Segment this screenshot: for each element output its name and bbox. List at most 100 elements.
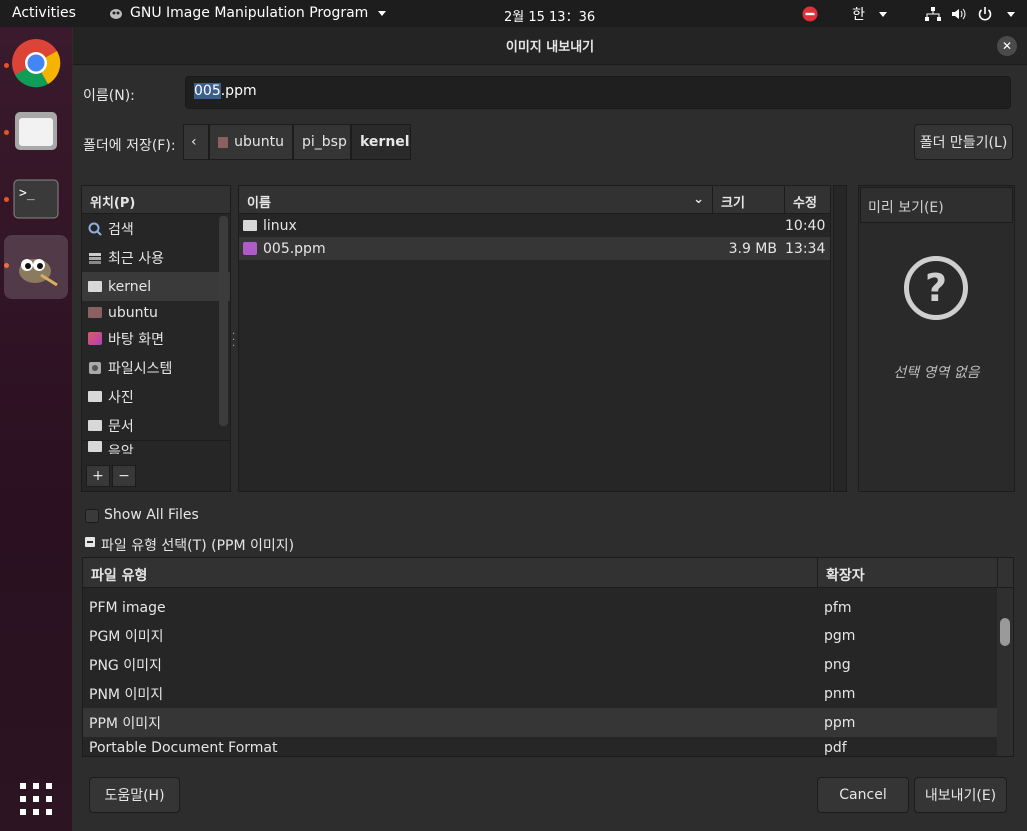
system-tray[interactable]: 한 — [802, 4, 1015, 24]
network-icon — [925, 7, 941, 21]
power-icon — [978, 7, 992, 21]
place-ubuntu[interactable]: ubuntu — [82, 301, 230, 324]
breadcrumb-label: ubuntu — [234, 134, 284, 150]
place-documents[interactable]: 문서 — [82, 411, 230, 440]
column-size[interactable]: 크기 — [713, 186, 785, 213]
folder-icon — [88, 391, 102, 402]
file-type-ext: png — [824, 656, 851, 673]
folder-icon — [243, 220, 257, 231]
chevron-down-icon — [879, 11, 887, 17]
file-type-ext: pgm — [824, 627, 856, 644]
add-place-button[interactable]: + — [86, 465, 110, 487]
chevron-down-icon — [378, 10, 387, 16]
no-selection-text: 선택 영역 없음 — [893, 365, 980, 381]
breadcrumb-label: pi_bsp — [302, 134, 347, 150]
close-button[interactable]: ✕ — [997, 36, 1017, 56]
show-all-files-checkbox[interactable] — [85, 509, 99, 523]
file-row[interactable]: 005.ppm 3.9 MB 13:34 — [239, 237, 830, 260]
dock: >_ — [0, 27, 72, 831]
recent-icon — [89, 252, 101, 264]
dock-item-terminal[interactable]: >_ — [4, 167, 68, 231]
file-type-ext: pnm — [824, 685, 856, 702]
minus-icon: − — [118, 468, 130, 484]
do-not-disturb-icon — [802, 6, 818, 22]
app-grid-icon — [20, 783, 52, 815]
column-file-type[interactable]: 파일 유형 — [83, 558, 818, 587]
file-size: 3.9 MB — [728, 240, 777, 257]
clock[interactable]: 2월 15 13：36 — [504, 6, 595, 25]
place-label: 파일시스템 — [108, 360, 173, 377]
filename-extension: .ppm — [220, 83, 257, 99]
show-applications-button[interactable] — [4, 767, 68, 831]
filename-input[interactable]: 005.ppm — [185, 76, 1011, 109]
file-type-name: PGM 이미지 — [89, 628, 164, 645]
chrome-icon — [12, 39, 61, 88]
place-label: ubuntu — [108, 304, 158, 321]
svg-text:>_: >_ — [19, 186, 35, 201]
file-type-expander[interactable]: 파일 유형 선택(T) (PPM 이미지) — [101, 535, 294, 555]
column-name-label: 이름 — [247, 196, 271, 211]
dock-item-files[interactable] — [4, 99, 68, 163]
place-pictures[interactable]: 사진 — [82, 382, 230, 411]
place-desktop[interactable]: 바탕 화면 — [82, 324, 230, 353]
file-type-row[interactable]: PNM 이미지 pnm — [83, 679, 1013, 708]
terminal-icon: >_ — [13, 179, 59, 219]
file-list-scrollbar[interactable] — [833, 185, 847, 492]
file-list-header: 이름 ⌄ 크기 수정 — [239, 186, 830, 214]
search-icon — [88, 222, 102, 236]
activities-button[interactable]: Activities — [12, 5, 76, 21]
gimp-icon — [110, 9, 122, 19]
file-type-row[interactable]: PFM image pfm — [83, 594, 1013, 621]
file-list: 이름 ⌄ 크기 수정 linux 10:40 005.ppm 3.9 MB 13… — [238, 185, 831, 492]
app-menu[interactable]: GNU Image Manipulation Program — [108, 5, 387, 21]
file-type-header: 파일 유형 확장자 — [83, 558, 1013, 588]
breadcrumb-pi-bsp[interactable]: pi_bsp — [293, 124, 351, 160]
dialog-titlebar: 이미지 내보내기 ✕ — [73, 27, 1027, 65]
show-all-files-label[interactable]: Show All Files — [104, 507, 199, 523]
dock-item-chrome[interactable] — [4, 31, 68, 95]
dock-item-gimp[interactable] — [4, 235, 68, 299]
breadcrumb-ubuntu[interactable]: ubuntu — [209, 124, 293, 160]
file-type-row[interactable]: PPM 이미지 ppm — [83, 708, 1013, 737]
file-type-row[interactable]: PNG 이미지 png — [83, 650, 1013, 679]
help-button[interactable]: 도움말(H) — [89, 777, 180, 813]
drive-icon — [89, 361, 101, 374]
place-filesystem[interactable]: 파일시스템 — [82, 353, 230, 382]
places-header: 위치(P) — [82, 186, 230, 214]
file-type-row[interactable]: Portable Document Format pdf — [83, 737, 1013, 756]
home-folder-icon — [88, 307, 102, 318]
place-recent[interactable]: 최근 사용 — [82, 243, 230, 272]
pane-resize-handle[interactable]: · · · — [232, 330, 236, 352]
file-type-scrollbar[interactable] — [997, 588, 1013, 756]
breadcrumb-kernel[interactable]: kernel — [351, 124, 411, 160]
app-name: GNU Image Manipulation Program — [130, 5, 369, 21]
file-type-name: PNM 이미지 — [89, 686, 164, 703]
preview-toggle[interactable]: 미리 보기(E) — [860, 187, 1013, 223]
file-type-ext: ppm — [824, 714, 856, 731]
breadcrumb-label: kernel — [360, 134, 410, 150]
column-extension[interactable]: 확장자 — [818, 558, 998, 587]
collapse-icon[interactable] — [85, 537, 95, 547]
chevron-down-icon — [1007, 11, 1015, 17]
chevron-down-icon: ⌄ — [693, 192, 704, 207]
breadcrumb-back-button[interactable]: ‹ — [183, 124, 209, 160]
column-name[interactable]: 이름 ⌄ — [239, 186, 713, 213]
place-search[interactable]: 검색 — [82, 214, 230, 243]
file-type-row[interactable]: PGM 이미지 pgm — [83, 621, 1013, 650]
places-scrollbar[interactable] — [219, 216, 228, 426]
remove-place-button[interactable]: − — [112, 465, 136, 487]
column-modified[interactable]: 수정 — [785, 186, 830, 213]
places-sidebar: 위치(P) 검색 최근 사용 kernel ubuntu 바탕 화면 파일시스템… — [81, 185, 231, 492]
place-kernel[interactable]: kernel — [82, 272, 230, 301]
file-type-scrollbar-thumb[interactable] — [1000, 618, 1010, 646]
place-label: 최근 사용 — [108, 250, 164, 267]
cancel-button[interactable]: Cancel — [817, 777, 909, 813]
place-label: 문서 — [108, 418, 134, 435]
file-type-name: PPM 이미지 — [89, 715, 162, 732]
create-folder-button[interactable]: 폴더 만들기(L) — [914, 124, 1013, 160]
preview-pane: 미리 보기(E) ? 선택 영역 없음 — [858, 185, 1015, 492]
input-method-indicator[interactable]: 한 — [852, 4, 865, 24]
export-button[interactable]: 내보내기(E) — [914, 777, 1007, 813]
file-row[interactable]: linux 10:40 — [239, 214, 830, 237]
place-music[interactable]: 음악 — [82, 440, 230, 454]
